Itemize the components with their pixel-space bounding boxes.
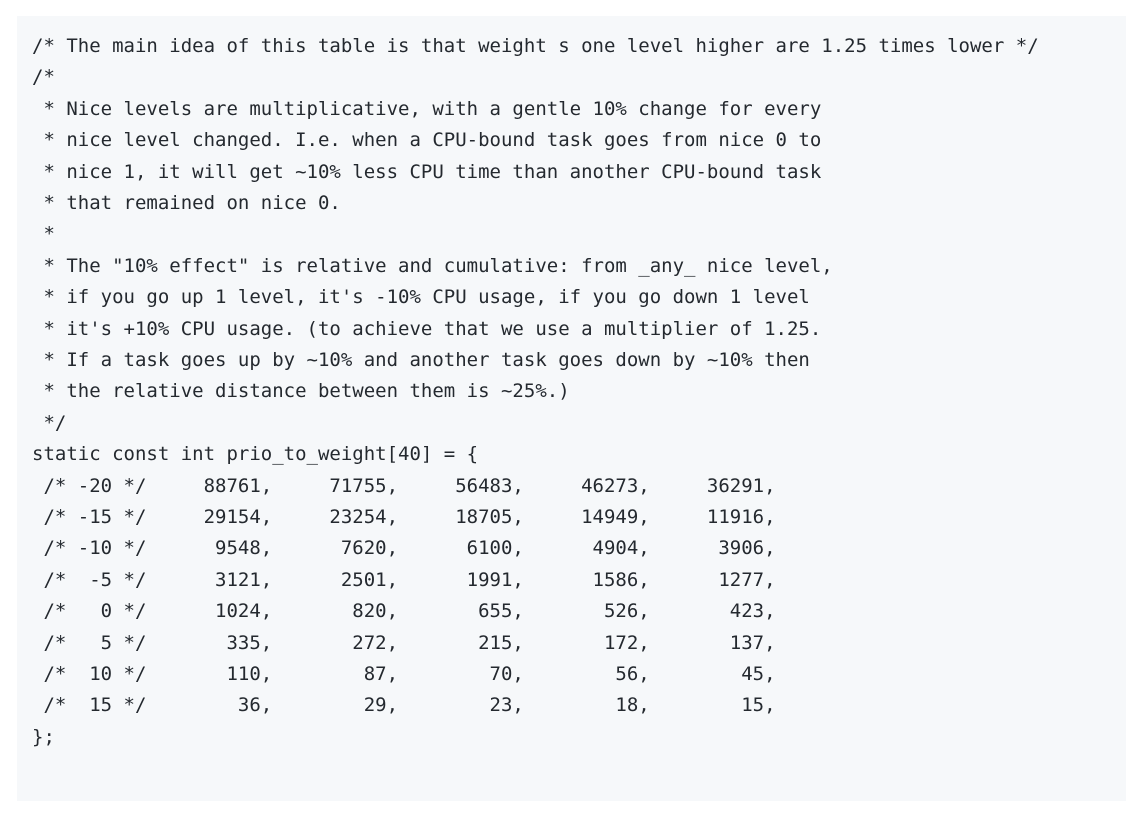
- code-line-2: /*: [32, 66, 55, 89]
- code-line-6: * that remained on nice 0.: [32, 192, 341, 214]
- code-line-18: /* -5 */ 3121, 2501, 1991, 1586, 1277,: [32, 568, 776, 591]
- code-line-17: /* -10 */ 9548, 7620, 6100, 4904, 3906,: [32, 537, 776, 560]
- code-line-7: *: [32, 223, 55, 246]
- code-line-9: * if you go up 1 level, it's -10% CPU us…: [32, 286, 810, 309]
- code-line-19: /* 0 */ 1024, 820, 655, 526, 423,: [32, 600, 776, 623]
- code-line-13: */: [32, 411, 67, 434]
- code-block: /* The main idea of this table is that w…: [17, 16, 1126, 801]
- code-line-20: /* 5 */ 335, 272, 215, 172, 137,: [32, 631, 776, 654]
- code-line-16: /* -15 */ 29154, 23254, 18705, 14949, 11…: [32, 506, 776, 528]
- code-line-10: * it's +10% CPU usage. (to achieve that …: [32, 317, 822, 340]
- code-line-15: /* -20 */ 88761, 71755, 56483, 46273, 36…: [32, 474, 776, 497]
- code-line-8: * The "10% effect" is relative and cumul…: [32, 254, 833, 277]
- code-line-12: * the relative distance between them is …: [32, 380, 570, 403]
- code-line-1: /* The main idea of this table is that w…: [32, 35, 1039, 57]
- code-line-11: * If a task goes up by ~10% and another …: [32, 349, 810, 371]
- code-line-5: * nice 1, it will get ~10% less CPU time…: [32, 160, 822, 183]
- code-line-3: * Nice levels are multiplicative, with a…: [32, 97, 822, 120]
- code-line-23: };: [32, 725, 55, 748]
- code-line-22: /* 15 */ 36, 29, 23, 18, 15,: [32, 694, 776, 717]
- code-line-14: static const int prio_to_weight[40] = {: [32, 443, 479, 466]
- code-line-21: /* 10 */ 110, 87, 70, 56, 45,: [32, 663, 776, 685]
- code-line-4: * nice level changed. I.e. when a CPU-bo…: [32, 129, 822, 152]
